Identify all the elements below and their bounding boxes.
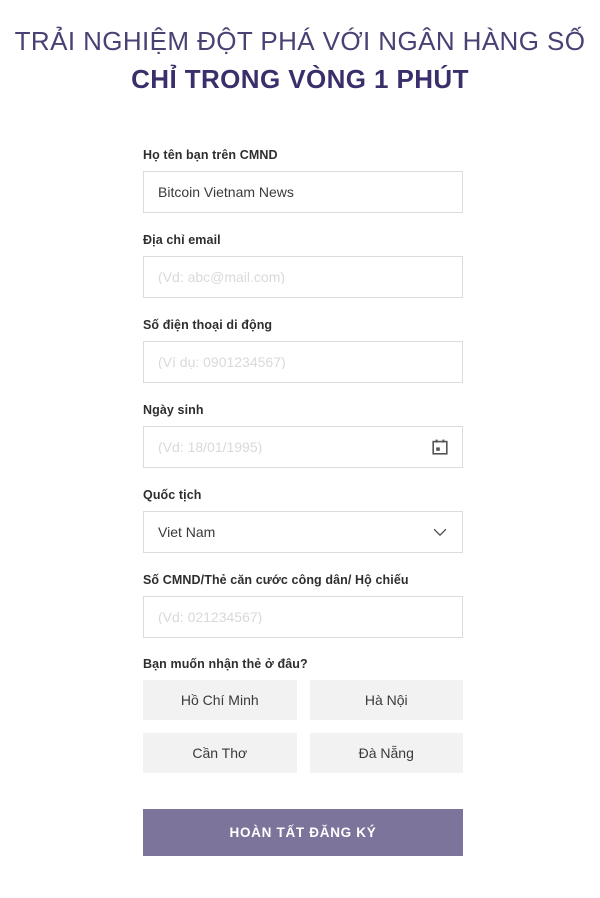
field-nationality: Quốc tịch Viet Nam xyxy=(143,488,463,553)
phone-input-placeholder: (Ví dụ: 0901234567) xyxy=(158,355,286,369)
dob-input-placeholder: (Vd: 18/01/1995) xyxy=(158,440,263,454)
chevron-down-icon[interactable] xyxy=(431,523,449,541)
delivery-city-options: Hồ Chí Minh Hà Nội Cần Thơ Đà Nẵng xyxy=(143,680,463,773)
field-email: Địa chỉ email (Vd: abc@mail.com) xyxy=(143,233,463,298)
field-fullname: Họ tên bạn trên CMND Bitcoin Vietnam New… xyxy=(143,148,463,213)
id-number-input-placeholder: (Vd: 021234567) xyxy=(158,610,263,624)
city-option-ho-chi-minh[interactable]: Hồ Chí Minh xyxy=(143,680,297,720)
registration-form: Họ tên bạn trên CMND Bitcoin Vietnam New… xyxy=(143,148,463,856)
field-phone-label: Số điện thoại di động xyxy=(143,318,273,332)
fullname-input[interactable]: Bitcoin Vietnam News xyxy=(143,171,463,213)
field-id-number-label: Số CMND/Thẻ căn cước công dân/ Hộ chiếu xyxy=(143,573,409,587)
submit-section: HOÀN TẤT ĐĂNG KÝ xyxy=(143,809,463,856)
city-option-can-tho[interactable]: Cần Thơ xyxy=(143,733,297,773)
field-fullname-label: Họ tên bạn trên CMND xyxy=(143,148,278,162)
registration-page: TRẢI NGHIỆM ĐỘT PHÁ VỚI NGÂN HÀNG SỐ CHỈ… xyxy=(0,0,600,898)
field-dob-label: Ngày sinh xyxy=(143,403,204,417)
dob-input[interactable]: (Vd: 18/01/1995) xyxy=(143,426,463,468)
email-input[interactable]: (Vd: abc@mail.com) xyxy=(143,256,463,298)
delivery-city-label: Bạn muốn nhận thẻ ở đâu? xyxy=(143,657,308,671)
page-title: TRẢI NGHIỆM ĐỘT PHÁ VỚI NGÂN HÀNG SỐ CHỈ… xyxy=(0,0,600,97)
page-title-line-1: TRẢI NGHIỆM ĐỘT PHÁ VỚI NGÂN HÀNG SỐ xyxy=(14,26,586,56)
field-phone: Số điện thoại di động (Ví dụ: 0901234567… xyxy=(143,318,463,383)
city-option-da-nang[interactable]: Đà Nẵng xyxy=(309,733,463,773)
field-email-label: Địa chỉ email xyxy=(143,233,221,247)
field-id-number: Số CMND/Thẻ căn cước công dân/ Hộ chiếu … xyxy=(143,573,463,638)
calendar-icon[interactable] xyxy=(431,438,449,456)
phone-input[interactable]: (Ví dụ: 0901234567) xyxy=(143,341,463,383)
nationality-select[interactable]: Viet Nam xyxy=(143,511,463,553)
page-title-line-2: CHỈ TRONG VÒNG 1 PHÚT xyxy=(131,64,469,95)
field-delivery-city: Bạn muốn nhận thẻ ở đâu? Hồ Chí Minh Hà … xyxy=(143,657,463,773)
fullname-input-value: Bitcoin Vietnam News xyxy=(158,185,294,199)
nationality-select-value: Viet Nam xyxy=(158,525,216,539)
field-dob: Ngày sinh (Vd: 18/01/1995) xyxy=(143,403,463,468)
email-input-placeholder: (Vd: abc@mail.com) xyxy=(158,270,286,284)
city-option-ha-noi[interactable]: Hà Nội xyxy=(309,680,463,720)
complete-registration-button[interactable]: HOÀN TẤT ĐĂNG KÝ xyxy=(143,809,463,856)
field-nationality-label: Quốc tịch xyxy=(143,488,202,502)
id-number-input[interactable]: (Vd: 021234567) xyxy=(143,596,463,638)
